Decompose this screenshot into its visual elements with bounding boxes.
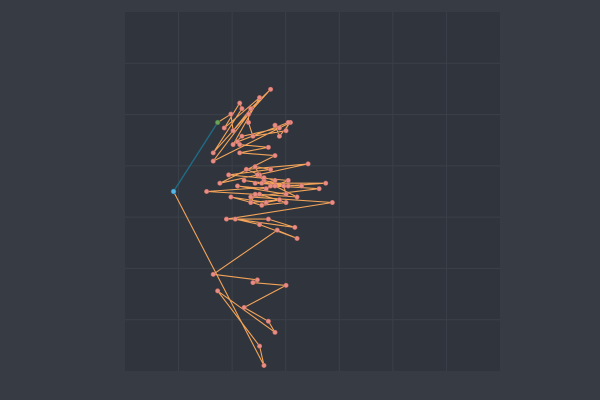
data-point [298,183,304,189]
data-point [257,343,263,349]
data-point [272,153,278,159]
data-point [283,191,289,197]
data-point [285,119,291,125]
data-point [250,280,256,286]
data-point [323,180,329,186]
data-point [246,119,252,125]
data-point [232,216,238,222]
data-point [268,166,274,172]
data-point [210,271,216,277]
data-point [257,191,263,197]
data-point [257,95,263,101]
data-point [283,128,289,134]
data-point [272,177,278,183]
data-point [285,177,291,183]
data-point [261,362,267,368]
data-point [241,304,247,310]
data-point [254,172,260,178]
data-point [223,216,229,222]
data-point [276,125,282,131]
data-point [221,125,227,131]
data-point [235,183,241,189]
data-point [248,194,254,200]
data-point [250,133,256,139]
data-point [268,183,274,189]
data-point [248,200,254,206]
data-point [226,172,232,178]
data-point [239,106,245,112]
data-point [265,144,271,150]
data-point [204,189,210,195]
data-point [228,111,234,117]
data-point [257,222,263,228]
data-point [246,111,252,117]
data-point [259,202,265,208]
data-point [329,200,335,206]
plot-area [125,12,500,371]
data-point [261,175,267,181]
data-point [274,227,280,233]
data-point [276,133,282,139]
data-point [239,133,245,139]
root-point [170,188,177,195]
data-point [283,200,289,206]
data-point [272,329,278,335]
data-point [272,183,278,189]
data-point [259,180,265,186]
data-point [276,197,282,203]
start-point [214,119,221,126]
data-point [305,161,311,167]
data-point [283,282,289,288]
data-point [241,177,247,183]
data-point [230,128,236,134]
data-point [237,100,243,106]
data-point [316,186,322,192]
data-point [254,277,260,283]
data-point [285,183,291,189]
data-point [265,318,271,324]
data-point [228,194,234,200]
data-point [272,122,278,128]
data-point [210,158,216,164]
data-point [237,150,243,156]
data-point [263,186,269,192]
data-point [294,235,300,241]
data-point [215,288,221,294]
chart-container [0,0,600,400]
data-point [252,180,258,186]
data-point [248,106,254,112]
data-point [217,180,223,186]
data-point [263,200,269,206]
data-point [265,216,271,222]
data-point [268,86,274,92]
data-point [252,164,258,170]
data-point [294,194,300,200]
data-point [243,166,249,172]
data-point [292,224,298,230]
data-point [230,142,236,148]
data-point [210,150,216,156]
graph-plot [125,12,500,371]
data-point [281,183,287,189]
data-point [252,191,258,197]
data-point [237,142,243,148]
